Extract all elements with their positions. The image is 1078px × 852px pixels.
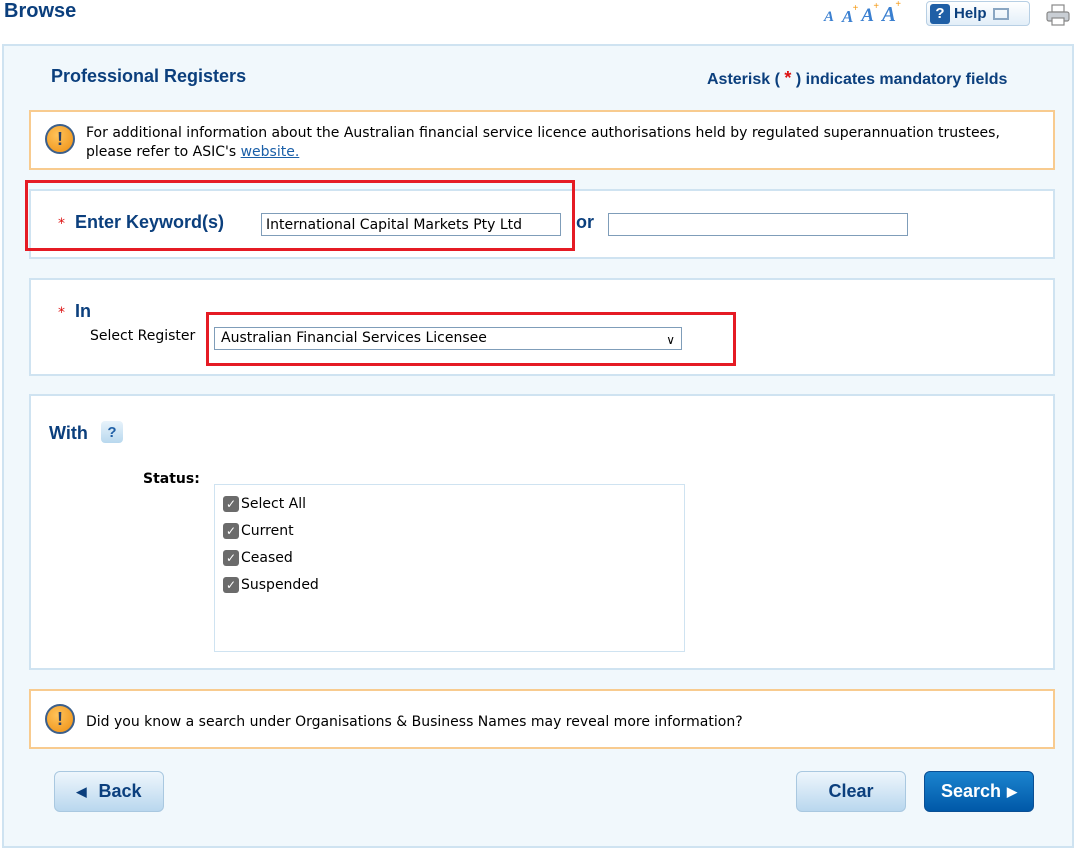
checkbox-checked-icon[interactable]: ✓ xyxy=(223,495,239,512)
mandatory-note: Asterisk ( * ) indicates mandatory field… xyxy=(707,68,1007,89)
font-size-larger-button[interactable]: A + xyxy=(861,2,879,26)
popout-window-icon xyxy=(992,7,1009,20)
plus-icon: + xyxy=(895,0,902,10)
status-option-select-all[interactable]: ✓ Select All xyxy=(223,490,319,517)
notice-text: Did you know a search under Organisation… xyxy=(86,714,743,730)
font-size-normal-button[interactable]: A xyxy=(824,10,834,25)
search-button[interactable]: Search ▶ xyxy=(924,771,1034,812)
website-link[interactable]: website. xyxy=(241,144,300,160)
printer-icon[interactable] xyxy=(1046,4,1070,26)
select-register-label: Select Register xyxy=(90,328,196,344)
plus-icon: + xyxy=(873,1,880,12)
status-option-suspended[interactable]: ✓ Suspended xyxy=(223,571,319,598)
asterisk-icon: * xyxy=(784,68,792,88)
font-size-label: A xyxy=(842,7,854,26)
status-label: Status: xyxy=(143,471,200,487)
warning-icon: ! xyxy=(45,704,75,734)
warning-icon: ! xyxy=(45,124,75,154)
clear-label: Clear xyxy=(828,781,874,801)
page-title: Browse xyxy=(4,0,77,22)
info-notice: ! For additional information about the A… xyxy=(29,110,1055,170)
notice-message: For additional information about the Aus… xyxy=(86,125,1000,160)
highlight-box-keyword xyxy=(25,180,575,251)
font-size-controls: A A + A + A + xyxy=(824,0,901,26)
notice-text: For additional information about the Aus… xyxy=(86,124,1026,162)
clear-button[interactable]: Clear xyxy=(796,771,906,812)
status-option-label: Ceased xyxy=(241,549,293,566)
question-mark-icon: ? xyxy=(930,3,950,24)
with-label: With xyxy=(49,423,88,443)
help-button[interactable]: ? Help xyxy=(926,1,1030,26)
chevron-right-icon: ▶ xyxy=(1007,783,1018,799)
font-size-label: A xyxy=(882,2,897,26)
status-list: ✓ Select All ✓ Current ✓ Ceased ✓ Suspended xyxy=(214,484,685,652)
font-size-label: A xyxy=(861,5,875,26)
second-keyword-input[interactable] xyxy=(608,213,908,236)
search-label: Search xyxy=(940,781,1002,801)
required-asterisk: * xyxy=(58,305,65,321)
back-label: Back xyxy=(98,781,142,801)
chevron-left-icon: ◀ xyxy=(76,783,87,799)
font-size-largest-button[interactable]: A + xyxy=(882,0,901,26)
info-notice-bottom: ! Did you know a search under Organisati… xyxy=(29,689,1055,749)
font-size-large-button[interactable]: A + xyxy=(842,4,858,26)
help-label: Help xyxy=(954,5,987,22)
status-option-current[interactable]: ✓ Current xyxy=(223,517,319,544)
status-option-ceased[interactable]: ✓ Ceased xyxy=(223,544,319,571)
status-option-label: Select All xyxy=(241,495,306,512)
in-label: In xyxy=(75,301,91,321)
highlight-box-register xyxy=(206,312,736,366)
help-bubble-icon[interactable]: ? xyxy=(101,421,123,443)
status-option-label: Current xyxy=(241,522,294,539)
status-option-label: Suspended xyxy=(241,576,319,593)
section-heading: Professional Registers xyxy=(51,66,247,86)
back-button[interactable]: ◀ Back xyxy=(54,771,164,812)
plus-icon: + xyxy=(852,3,859,14)
checkbox-checked-icon[interactable]: ✓ xyxy=(223,576,239,593)
or-label: or xyxy=(576,212,594,232)
mandatory-prefix: Asterisk ( xyxy=(707,71,780,88)
checkbox-checked-icon[interactable]: ✓ xyxy=(223,549,239,566)
checkbox-checked-icon[interactable]: ✓ xyxy=(223,522,239,539)
mandatory-suffix: ) indicates mandatory fields xyxy=(795,71,1008,88)
